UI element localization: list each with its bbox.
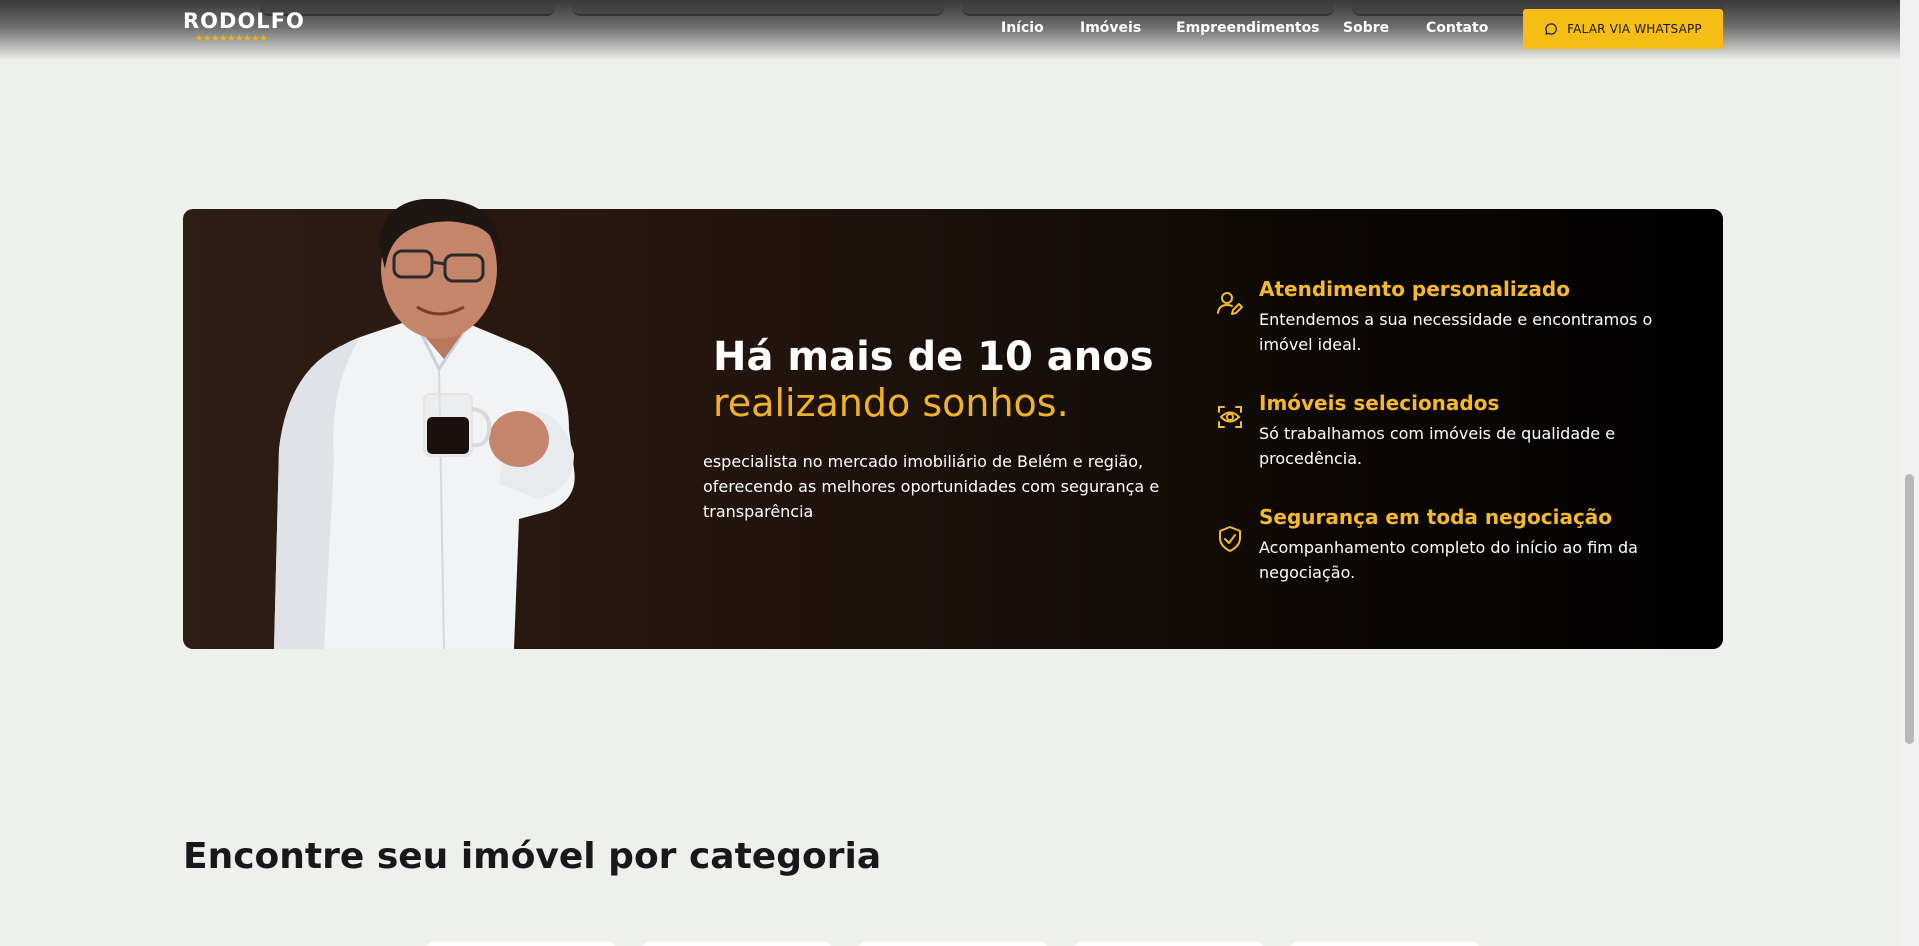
nav-item-contato[interactable]: Contato [1426,20,1488,36]
about-banner: Há mais de 10 anos realizando sonhos. es… [183,199,1723,649]
user-edit-icon [1217,292,1243,315]
shield-check-icon [1219,526,1241,552]
banner-headline: Há mais de 10 anos realizando sonhos. [713,334,1213,426]
whatsapp-button[interactable]: FALAR VIA WHATSAPP [1523,9,1723,49]
nav-item-inicio[interactable]: Início [1001,20,1044,36]
category-card[interactable] [1075,942,1263,946]
brand-logo[interactable]: RODOLFO ★★★★★★★★★ [183,10,311,44]
feature-title: Segurança em toda negociação [1259,505,1613,529]
chat-bubble-icon [1545,23,1557,35]
feature-description: Só trabalhamos com imóveis de qualidade … [1259,424,1616,468]
site-header: RODOLFO ★★★★★★★★★ Início Imóveis Empreen… [0,0,1900,60]
feature-title: Imóveis selecionados [1259,391,1500,415]
card-peek [572,0,944,16]
category-card[interactable] [859,942,1047,946]
headline-line-2: realizando sonhos. [713,381,1069,425]
headline-line-1: Há mais de 10 anos [713,334,1154,380]
category-card[interactable] [643,942,831,946]
feature-description: Acompanhamento completo do início ao fim… [1259,538,1638,582]
nav-item-sobre[interactable]: Sobre [1343,20,1389,36]
category-card[interactable] [1291,942,1479,946]
agent-portrait [274,199,575,649]
scrollbar-thumb[interactable] [1905,474,1914,744]
card-peek [962,0,1334,16]
whatsapp-button-label: FALAR VIA WHATSAPP [1567,22,1702,36]
feature-description: Entendemos a sua necessidade e encontram… [1259,310,1653,354]
feature-title: Atendimento personalizado [1259,277,1570,301]
banner-lead-text: especialista no mercado imobiliário de B… [703,452,1160,521]
nav-item-empreendimentos[interactable]: Empreendimentos [1176,20,1320,36]
logo-stars: ★★★★★★★★★ [195,33,268,43]
page-scrollbar[interactable] [1900,0,1919,946]
category-section-title: Encontre seu imóvel por categoria [183,836,882,877]
logo-text: RODOLFO [183,9,305,33]
nav-item-imoveis[interactable]: Imóveis [1080,20,1141,36]
category-card[interactable] [427,942,615,946]
eye-scan-icon [1218,406,1242,428]
